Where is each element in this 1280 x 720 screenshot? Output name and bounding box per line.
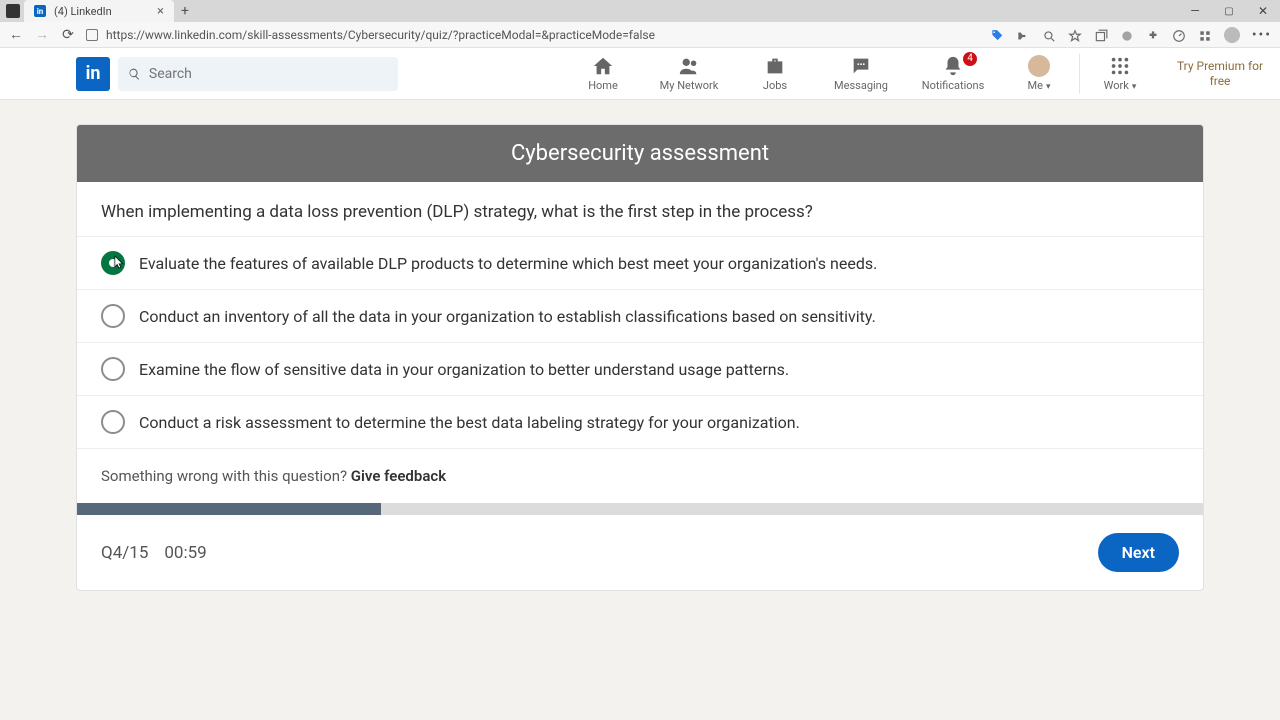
zoom-icon[interactable]	[1042, 28, 1056, 42]
tab-close-icon[interactable]: ×	[157, 4, 164, 19]
radio-unselected-icon	[101, 410, 125, 434]
window-minimize-icon[interactable]	[1178, 0, 1212, 22]
nav-me[interactable]: Me	[999, 48, 1079, 100]
shopping-tag-icon[interactable]	[990, 28, 1004, 42]
nav-home-label: Home	[588, 79, 618, 92]
feedback-prompt: Something wrong with this question?	[101, 467, 351, 485]
messaging-icon	[850, 55, 872, 77]
option-1-text: Evaluate the features of available DLP p…	[139, 254, 877, 273]
answer-option-4[interactable]: Conduct a risk assessment to determine t…	[77, 395, 1203, 448]
extensions-menu-icon[interactable]	[1146, 28, 1160, 42]
bell-icon	[942, 55, 964, 77]
grid-icon	[1109, 55, 1131, 77]
browser-menu-icon[interactable]: •••	[1252, 27, 1272, 43]
address-bar-url[interactable]: https://www.linkedin.com/skill-assessmen…	[106, 28, 655, 42]
radio-unselected-icon	[101, 304, 125, 328]
back-button[interactable]: ←	[8, 27, 24, 43]
browser-toolbar: ← → ⟳ https://www.linkedin.com/skill-ass…	[0, 22, 1280, 48]
nav-network-label: My Network	[660, 79, 719, 92]
nav-notifications-label: Notifications	[922, 79, 985, 92]
mouse-cursor-icon	[112, 254, 126, 268]
linkedin-logo-icon[interactable]: in	[76, 57, 110, 91]
reload-button[interactable]: ⟳	[60, 27, 76, 43]
nav-work-label: Work	[1104, 79, 1137, 92]
new-tab-button[interactable]: +	[174, 3, 196, 19]
collections-icon[interactable]	[1094, 28, 1108, 42]
jobs-icon	[764, 55, 786, 77]
avatar-icon	[1028, 55, 1050, 77]
linkedin-favicon-icon: in	[34, 5, 46, 17]
nav-network[interactable]: My Network	[643, 48, 735, 100]
nav-premium-link[interactable]: Try Premium for free	[1160, 48, 1280, 100]
extension-icon[interactable]	[1120, 28, 1134, 42]
answer-option-1[interactable]: Evaluate the features of available DLP p…	[77, 236, 1203, 289]
assessment-footer: Q4/15 00:59 Next	[77, 515, 1203, 590]
option-3-text: Examine the flow of sensitive data in yo…	[139, 360, 789, 379]
app-launcher-icon[interactable]	[1198, 28, 1212, 42]
window-titlebar: in (4) LinkedIn × +	[0, 0, 1280, 22]
browser-tab[interactable]: in (4) LinkedIn ×	[24, 0, 174, 22]
nav-messaging-label: Messaging	[834, 79, 888, 92]
window-maximize-icon[interactable]	[1212, 0, 1246, 22]
assessment-card: Cybersecurity assessment When implementi…	[76, 124, 1204, 591]
tab-overview-icon[interactable]	[6, 4, 20, 18]
nav-notifications[interactable]: 4 Notifications	[907, 48, 999, 100]
answer-option-2[interactable]: Conduct an inventory of all the data in …	[77, 289, 1203, 342]
forward-button[interactable]: →	[34, 27, 50, 43]
assessment-title: Cybersecurity assessment	[77, 125, 1203, 182]
answer-option-3[interactable]: Examine the flow of sensitive data in yo…	[77, 342, 1203, 395]
question-text: When implementing a data loss prevention…	[77, 182, 1203, 236]
progress-fill	[77, 503, 381, 515]
nav-jobs[interactable]: Jobs	[735, 48, 815, 100]
timer: 00:59	[164, 543, 206, 563]
next-button[interactable]: Next	[1098, 533, 1179, 572]
option-2-text: Conduct an inventory of all the data in …	[139, 307, 876, 326]
performance-icon[interactable]	[1172, 28, 1186, 42]
network-icon	[678, 55, 700, 77]
window-close-icon[interactable]	[1246, 0, 1280, 22]
progress-bar	[77, 503, 1203, 515]
home-icon	[592, 55, 614, 77]
nav-me-label: Me	[1028, 79, 1051, 92]
site-info-icon[interactable]	[86, 29, 98, 41]
search-input[interactable]	[149, 66, 388, 82]
nav-jobs-label: Jobs	[763, 79, 787, 92]
nav-work[interactable]: Work	[1080, 48, 1160, 100]
question-counter: Q4/15	[101, 543, 148, 563]
feedback-section: Something wrong with this question? Give…	[77, 448, 1203, 503]
browser-profile-icon[interactable]	[1224, 27, 1240, 43]
favorites-icon[interactable]	[1068, 28, 1082, 42]
nav-messaging[interactable]: Messaging	[815, 48, 907, 100]
linkedin-header: in Home My Network Jobs Messaging 4 Noti…	[0, 48, 1280, 100]
nav-home[interactable]: Home	[563, 48, 643, 100]
notifications-badge: 4	[963, 52, 977, 66]
radio-unselected-icon	[101, 357, 125, 381]
read-aloud-icon[interactable]	[1016, 28, 1030, 42]
header-search[interactable]	[118, 57, 398, 91]
search-icon	[128, 67, 141, 81]
nav-premium-label: Try Premium for free	[1168, 59, 1272, 88]
browser-tab-title: (4) LinkedIn	[54, 5, 112, 18]
give-feedback-link[interactable]: Give feedback	[351, 467, 446, 485]
page-background: Cybersecurity assessment When implementi…	[0, 100, 1280, 720]
option-4-text: Conduct a risk assessment to determine t…	[139, 413, 800, 432]
